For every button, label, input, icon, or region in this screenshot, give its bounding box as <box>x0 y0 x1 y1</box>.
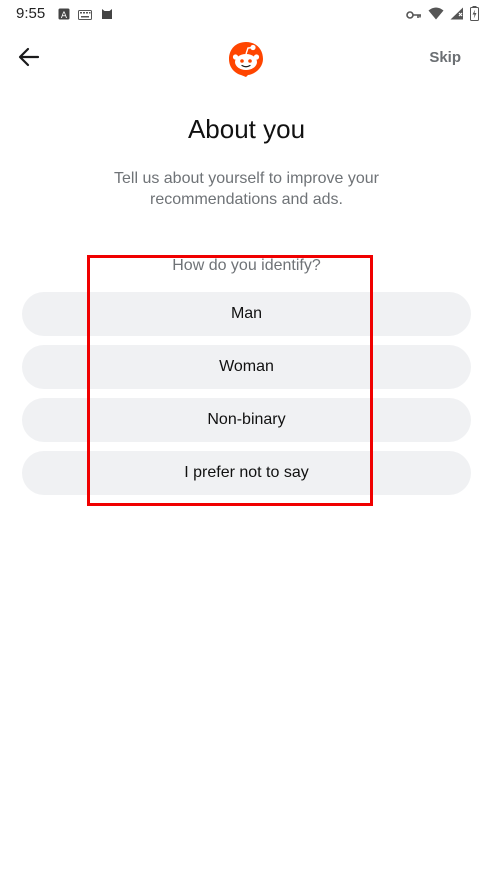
key-icon <box>406 7 422 25</box>
header: Skip <box>0 36 493 80</box>
wifi-icon <box>428 7 444 25</box>
back-button[interactable] <box>16 44 46 70</box>
reddit-logo-icon <box>227 40 265 78</box>
skip-button[interactable]: Skip <box>429 49 461 66</box>
keyboard-icon <box>78 7 92 25</box>
svg-text:A: A <box>61 11 68 20</box>
option-man-button[interactable]: Man <box>22 292 471 336</box>
gender-question: How do you identify? <box>172 257 321 274</box>
status-bar: 9:55 A <box>0 0 493 28</box>
battery-charging-icon <box>470 6 479 26</box>
status-time: 9:55 <box>16 5 46 22</box>
status-left-icons: A <box>58 6 114 25</box>
signal-icon <box>450 7 464 25</box>
option-woman-button[interactable]: Woman <box>22 345 471 389</box>
cat-icon <box>100 6 114 25</box>
option-non-binary-button[interactable]: Non-binary <box>22 398 471 442</box>
page-title: About you <box>187 114 306 144</box>
font-a-icon: A <box>58 7 70 25</box>
gender-options: Man Woman Non-binary I prefer not to say <box>22 292 471 504</box>
arrow-left-icon <box>16 47 46 74</box>
status-right-icons <box>406 6 479 26</box>
option-prefer-not-to-say-button[interactable]: I prefer not to say <box>22 451 471 495</box>
page-subtitle: Tell us about yourself to improve your r… <box>113 170 379 208</box>
